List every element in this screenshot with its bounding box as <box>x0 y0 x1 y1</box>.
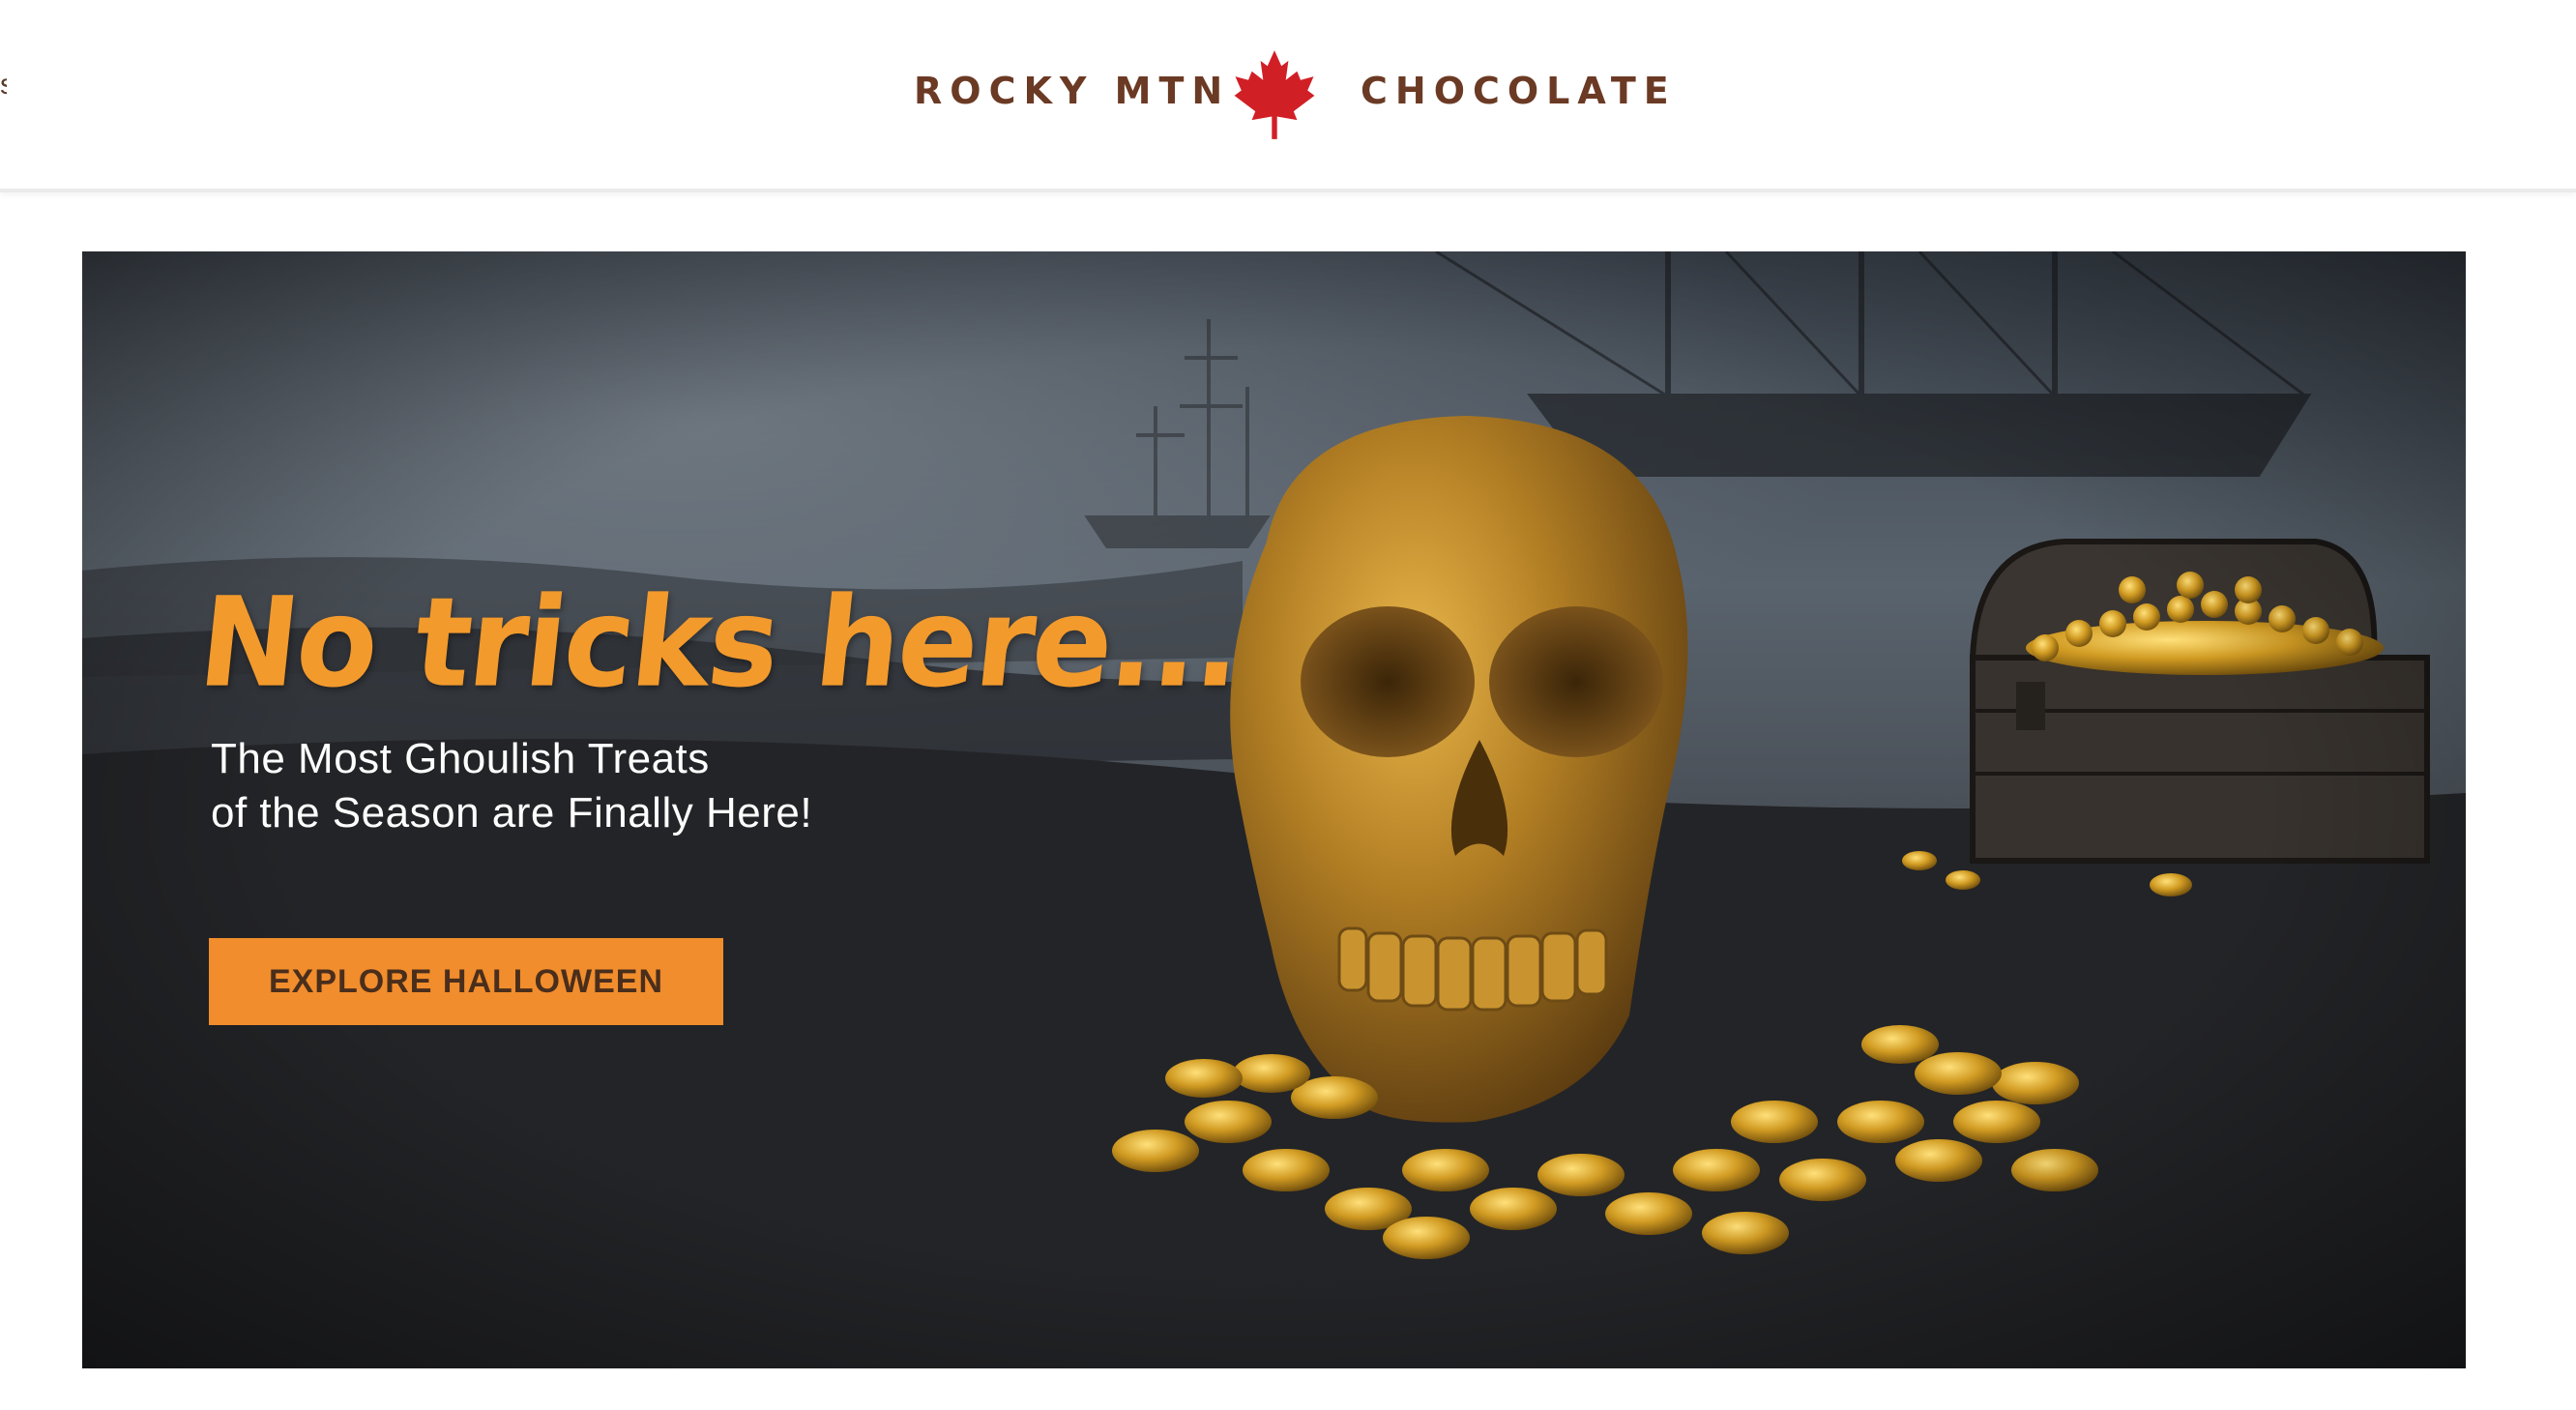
hero-banner[interactable]: No tricks here... The Most Ghoulish Trea… <box>82 251 2466 1368</box>
maple-leaf-icon <box>1234 50 1315 139</box>
logo-text-right: CHOCOLATE <box>1361 70 1677 112</box>
hero-subheadline-line-1: The Most Ghoulish Treats <box>211 735 710 782</box>
explore-halloween-button[interactable]: EXPLORE HALLOWEEN <box>209 938 723 1025</box>
hero-headline: No tricks here... <box>192 571 1247 716</box>
brand-logo[interactable]: ROCKY MTN CHOCOLATE <box>914 48 1669 141</box>
menu-edge-fragment[interactable]: s <box>0 72 7 99</box>
logo-text-left: ROCKY MTN <box>914 70 1231 112</box>
hero-subheadline-line-2: of the Season are Finally Here! <box>211 789 813 837</box>
site-header: s ROCKY MTN CHOCOLATE <box>0 0 2576 192</box>
